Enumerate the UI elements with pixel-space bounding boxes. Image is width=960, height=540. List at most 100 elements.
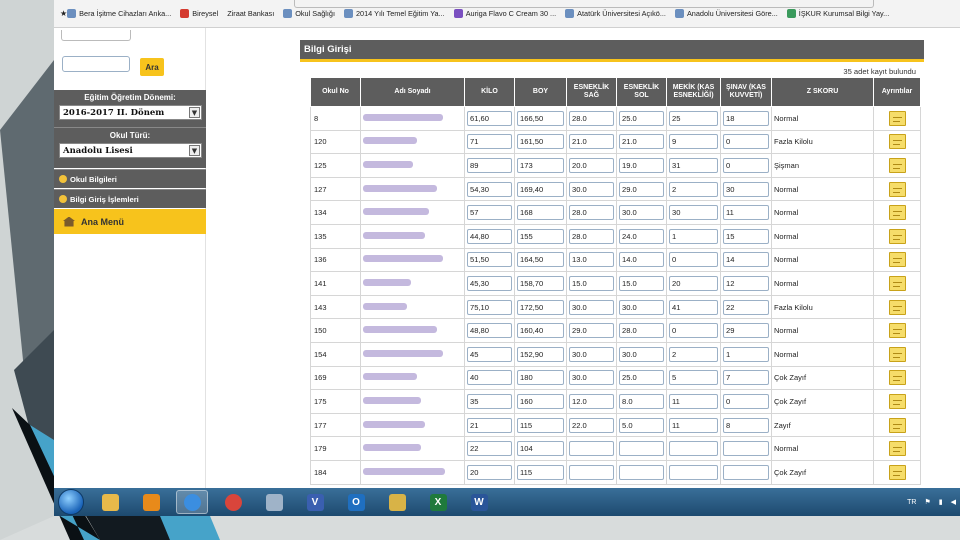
situp-field[interactable]: 41 <box>669 299 718 315</box>
pushup-field[interactable]: 11 <box>723 205 769 221</box>
taskbar-app[interactable]: O <box>340 490 372 514</box>
kilo-field[interactable]: 89 <box>467 157 512 173</box>
boy-field[interactable]: 160,40 <box>517 323 564 339</box>
period-select[interactable]: 2016-2017 II. Dönem ▼ <box>59 105 202 120</box>
details-icon[interactable] <box>888 205 906 221</box>
flexibility-right-field[interactable]: 13.0 <box>569 252 614 268</box>
kilo-field[interactable]: 20 <box>467 464 512 480</box>
flexibility-right-field[interactable]: 28.0 <box>569 228 614 244</box>
details-icon[interactable] <box>888 370 906 386</box>
situp-field[interactable]: 25 <box>669 110 718 126</box>
boy-field[interactable]: 161,50 <box>517 134 564 150</box>
details-icon[interactable] <box>888 275 906 291</box>
details-icon[interactable] <box>888 346 906 362</box>
kilo-field[interactable]: 44,80 <box>467 228 512 244</box>
pushup-field[interactable]: 14 <box>723 252 769 268</box>
taskbar-app[interactable] <box>217 490 249 514</box>
boy-field[interactable]: 169,40 <box>517 181 564 197</box>
kilo-field[interactable]: 71 <box>467 134 512 150</box>
details-icon[interactable] <box>888 464 906 480</box>
boy-field[interactable]: 172,50 <box>517 299 564 315</box>
flexibility-right-field[interactable]: 29.0 <box>569 323 614 339</box>
favorite-link[interactable]: Auriga Flavo C Cream 30 ... <box>453 9 556 18</box>
situp-field[interactable]: 11 <box>669 417 718 433</box>
flexibility-right-field[interactable] <box>569 441 614 457</box>
flexibility-right-field[interactable]: 12.0 <box>569 393 614 409</box>
situp-field[interactable] <box>669 464 718 480</box>
details-icon[interactable] <box>888 252 906 268</box>
boy-field[interactable]: 180 <box>517 370 564 386</box>
flexibility-left-field[interactable]: 25.0 <box>619 110 664 126</box>
favorites-star-icon[interactable]: ★ <box>60 9 67 18</box>
favorite-link[interactable]: Bera İşitme Cihazları Anka... <box>67 9 171 18</box>
pushup-field[interactable]: 29 <box>723 323 769 339</box>
details-icon[interactable] <box>888 441 906 457</box>
kilo-field[interactable]: 57 <box>467 205 512 221</box>
column-header[interactable]: BOY <box>514 77 567 107</box>
situp-field[interactable]: 1 <box>669 228 718 244</box>
flexibility-left-field[interactable]: 28.0 <box>619 323 664 339</box>
chevron-down-icon[interactable]: ▼ <box>189 145 200 156</box>
favorite-link[interactable]: İŞKUR Kurumsal Bilgi Yay... <box>786 9 889 18</box>
flexibility-left-field[interactable]: 30.0 <box>619 205 664 221</box>
top-input[interactable] <box>61 30 131 41</box>
flexibility-right-field[interactable]: 30.0 <box>569 346 614 362</box>
boy-field[interactable]: 160 <box>517 393 564 409</box>
kilo-field[interactable]: 35 <box>467 393 512 409</box>
flexibility-right-field[interactable]: 28.0 <box>569 205 614 221</box>
pushup-field[interactable]: 12 <box>723 275 769 291</box>
taskbar-app[interactable]: W <box>463 490 495 514</box>
pushup-field[interactable]: 8 <box>723 417 769 433</box>
flexibility-right-field[interactable]: 20.0 <box>569 157 614 173</box>
boy-field[interactable]: 173 <box>517 157 564 173</box>
pushup-field[interactable]: 1 <box>723 346 769 362</box>
flexibility-left-field[interactable]: 30.0 <box>619 299 664 315</box>
column-header[interactable]: Z SKORU <box>771 77 874 107</box>
kilo-field[interactable]: 48,80 <box>467 323 512 339</box>
favorite-link[interactable]: Atatürk Üniversitesi Açıkö... <box>565 9 666 18</box>
pushup-field[interactable]: 0 <box>723 393 769 409</box>
flexibility-left-field[interactable]: 21.0 <box>619 134 664 150</box>
taskbar-app[interactable] <box>135 490 167 514</box>
flexibility-right-field[interactable]: 30.0 <box>569 370 614 386</box>
boy-field[interactable]: 158,70 <box>517 275 564 291</box>
kilo-field[interactable]: 54,30 <box>467 181 512 197</box>
boy-field[interactable]: 155 <box>517 228 564 244</box>
sidebar-item-bilgi-giris[interactable]: Bilgi Giriş İşlemleri <box>54 189 206 208</box>
kilo-field[interactable]: 40 <box>467 370 512 386</box>
pushup-field[interactable]: 0 <box>723 157 769 173</box>
search-button[interactable]: Ara <box>140 58 164 76</box>
boy-field[interactable]: 168 <box>517 205 564 221</box>
flexibility-right-field[interactable]: 28.0 <box>569 110 614 126</box>
boy-field[interactable]: 166,50 <box>517 110 564 126</box>
favorite-link[interactable]: Bireysel <box>180 9 218 18</box>
flexibility-left-field[interactable]: 29.0 <box>619 181 664 197</box>
flexibility-right-field[interactable]: 30.0 <box>569 299 614 315</box>
taskbar-app[interactable] <box>381 490 413 514</box>
details-icon[interactable] <box>888 157 906 173</box>
column-header[interactable]: ESNEKLİK SOL <box>616 77 667 107</box>
kilo-field[interactable]: 21 <box>467 417 512 433</box>
flexibility-left-field[interactable]: 5.0 <box>619 417 664 433</box>
taskbar-app[interactable] <box>258 490 290 514</box>
flexibility-left-field[interactable]: 24.0 <box>619 228 664 244</box>
flexibility-left-field[interactable]: 25.0 <box>619 370 664 386</box>
start-button[interactable] <box>58 489 84 515</box>
taskbar-app[interactable] <box>176 490 208 514</box>
kilo-field[interactable]: 61,60 <box>467 110 512 126</box>
situp-field[interactable]: 0 <box>669 252 718 268</box>
situp-field[interactable]: 30 <box>669 205 718 221</box>
pushup-field[interactable]: 18 <box>723 110 769 126</box>
column-header[interactable]: Ayrıntılar <box>873 77 921 107</box>
boy-field[interactable]: 164,50 <box>517 252 564 268</box>
main-menu-button[interactable]: Ana Menü <box>54 209 206 234</box>
column-header[interactable]: KİLO <box>464 77 515 107</box>
chevron-down-icon[interactable]: ▼ <box>189 107 200 118</box>
details-icon[interactable] <box>888 299 906 315</box>
column-header[interactable]: MEKİK (KAS ESNEKLİĞİ) <box>666 77 721 107</box>
column-header[interactable]: ŞINAV (KAS KUVVETİ) <box>720 77 772 107</box>
pushup-field[interactable]: 7 <box>723 370 769 386</box>
situp-field[interactable]: 9 <box>669 134 718 150</box>
column-header[interactable]: Okul No <box>310 77 361 107</box>
situp-field[interactable]: 5 <box>669 370 718 386</box>
